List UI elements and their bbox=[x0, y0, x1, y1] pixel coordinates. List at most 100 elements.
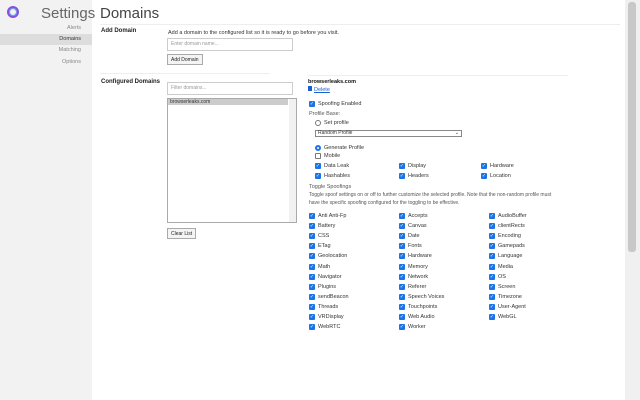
toggle-label: Date bbox=[408, 233, 420, 240]
toggle-checkbox[interactable]: ✓ bbox=[309, 314, 315, 320]
add-domain-description: Add a domain to the configured list so i… bbox=[168, 30, 339, 36]
generate-option-checkbox[interactable]: ✓ bbox=[399, 163, 405, 169]
generate-option-checkbox[interactable]: ✓ bbox=[399, 173, 405, 179]
filter-domains-input[interactable]: Filter domains... bbox=[167, 82, 293, 95]
toggle-label: Language bbox=[498, 253, 523, 260]
toggle-label: Memory bbox=[408, 263, 428, 270]
configured-domains-heading: Configured Domains bbox=[101, 79, 161, 85]
toggle-checkbox[interactable]: ✓ bbox=[399, 283, 405, 290]
toggle-label: OS bbox=[498, 273, 506, 280]
toggle-label: CSS bbox=[318, 233, 330, 240]
generate-option-label: Data Leak bbox=[324, 163, 350, 169]
generate-option-checkbox[interactable]: ✓ bbox=[315, 173, 321, 179]
toggle-checkbox[interactable]: ✓ bbox=[309, 243, 315, 250]
sidebar-item-options[interactable]: Options bbox=[0, 57, 92, 68]
toggle-label: Anti Anti-Fp bbox=[318, 213, 347, 219]
generate-option-checkbox[interactable]: ✓ bbox=[481, 163, 487, 169]
sidebar-title: Settings bbox=[41, 5, 96, 22]
toggle-label: Fonts bbox=[408, 243, 422, 250]
chevron-down-icon: ⌄ bbox=[454, 130, 459, 136]
toggle-checkbox[interactable]: ✓ bbox=[399, 303, 405, 310]
clear-list-button[interactable]: Clear List bbox=[167, 228, 197, 239]
logo-icon bbox=[7, 6, 19, 18]
toggle-checkbox[interactable]: ✓ bbox=[309, 253, 315, 260]
list-scrollbar[interactable] bbox=[289, 99, 296, 222]
toggle-checkbox[interactable]: ✓ bbox=[399, 263, 405, 270]
divider bbox=[100, 73, 270, 74]
toggle-label: Hardware bbox=[408, 253, 432, 260]
toggle-checkbox[interactable]: ✓ bbox=[309, 213, 315, 219]
toggle-checkbox[interactable]: ✓ bbox=[489, 293, 495, 300]
toggle-checkbox[interactable]: ✓ bbox=[309, 324, 315, 331]
toggle-label: VRDisplay bbox=[318, 314, 344, 320]
mobile-checkbox[interactable] bbox=[315, 153, 321, 159]
mobile-label: Mobile bbox=[324, 153, 341, 159]
domain-list-item[interactable]: browserleaks.com bbox=[168, 99, 288, 105]
toggle-checkbox[interactable]: ✓ bbox=[399, 324, 405, 331]
add-domain-button[interactable]: Add Domain bbox=[167, 54, 203, 65]
toggle-checkbox[interactable]: ✓ bbox=[309, 303, 315, 310]
toggle-checkbox[interactable]: ✓ bbox=[399, 213, 405, 219]
delete-link[interactable]: Delete bbox=[308, 86, 330, 93]
toggle-checkbox[interactable]: ✓ bbox=[309, 283, 315, 290]
spoofing-enabled-checkbox[interactable]: ✓ bbox=[309, 101, 315, 107]
generate-profile-radio[interactable] bbox=[315, 145, 321, 151]
toggle-checkbox[interactable]: ✓ bbox=[399, 253, 405, 260]
toggle-checkbox[interactable]: ✓ bbox=[399, 273, 405, 280]
toggle-checkbox[interactable]: ✓ bbox=[399, 233, 405, 240]
toggle-checkbox[interactable]: ✓ bbox=[309, 223, 315, 230]
toggle-description: Toggle spoof settings on or off to furth… bbox=[309, 192, 552, 198]
generate-option-checkbox[interactable]: ✓ bbox=[481, 173, 487, 179]
toggle-spoofings-heading: Toggle Spoofings bbox=[309, 184, 352, 190]
page-scrollbar[interactable] bbox=[625, 0, 640, 400]
set-profile-label: Set profile bbox=[324, 120, 349, 126]
toggle-checkbox[interactable]: ✓ bbox=[489, 263, 495, 270]
toggle-checkbox[interactable]: ✓ bbox=[489, 233, 495, 240]
toggle-label: AudioBuffer bbox=[498, 213, 527, 219]
toggle-label: Geolocation bbox=[318, 253, 348, 260]
scrollbar-thumb[interactable] bbox=[628, 2, 636, 252]
set-profile-radio[interactable] bbox=[315, 120, 321, 126]
toggle-label: Plugins bbox=[318, 283, 337, 290]
toggle-checkbox[interactable]: ✓ bbox=[489, 303, 495, 310]
toggle-checkbox[interactable]: ✓ bbox=[399, 243, 405, 250]
generate-option-label: Hashables bbox=[324, 173, 350, 179]
domain-name-input[interactable]: Enter domain name... bbox=[167, 38, 293, 51]
toggle-checkbox[interactable]: ✓ bbox=[399, 223, 405, 230]
sidebar: Settings Alerts Domains Matching Options bbox=[0, 0, 96, 400]
toggle-checkbox[interactable]: ✓ bbox=[489, 283, 495, 290]
sidebar-item-alerts[interactable]: Alerts bbox=[0, 23, 92, 34]
toggle-checkbox[interactable]: ✓ bbox=[399, 293, 405, 300]
toggle-checkbox[interactable]: ✓ bbox=[489, 223, 495, 230]
toggle-checkbox[interactable]: ✓ bbox=[489, 253, 495, 260]
generate-option-label: Location bbox=[490, 173, 511, 179]
toggle-checkbox[interactable]: ✓ bbox=[309, 263, 315, 270]
toggle-checkbox[interactable]: ✓ bbox=[489, 273, 495, 280]
domain-list[interactable]: browserleaks.com bbox=[167, 98, 297, 223]
toggle-checkbox[interactable]: ✓ bbox=[489, 243, 495, 250]
toggle-checkbox[interactable]: ✓ bbox=[399, 314, 405, 320]
toggle-checkbox[interactable]: ✓ bbox=[489, 213, 495, 219]
toggle-checkbox[interactable]: ✓ bbox=[489, 314, 495, 320]
toggle-checkbox[interactable]: ✓ bbox=[309, 273, 315, 280]
toggle-label: Network bbox=[408, 273, 429, 280]
generate-option-label: Display bbox=[408, 163, 427, 169]
toggle-label: clientRects bbox=[498, 223, 525, 230]
toggle-label: Web Audio bbox=[408, 314, 435, 320]
toggle-label: Battery bbox=[318, 223, 336, 230]
profile-base-label: Profile Base: bbox=[309, 111, 341, 117]
toggle-label: Threads bbox=[318, 303, 339, 310]
toggle-label: WebRTC bbox=[318, 324, 341, 331]
toggle-label: Touchpoints bbox=[408, 303, 438, 310]
toggle-label: Accepts bbox=[408, 213, 428, 219]
generate-option-checkbox[interactable]: ✓ bbox=[315, 163, 321, 169]
sidebar-item-domains[interactable]: Domains bbox=[0, 34, 92, 45]
toggle-checkbox[interactable]: ✓ bbox=[309, 233, 315, 240]
generate-option-label: Hardware bbox=[490, 163, 514, 169]
toggle-label: Media bbox=[498, 263, 513, 270]
profile-select[interactable]: Random Profile ⌄ bbox=[315, 130, 462, 137]
toggle-checkbox[interactable]: ✓ bbox=[309, 293, 315, 300]
sidebar-item-matching[interactable]: Matching bbox=[0, 45, 92, 56]
toggle-label: sendBeacon bbox=[318, 293, 349, 300]
toggle-label: Speech Voices bbox=[408, 293, 445, 300]
